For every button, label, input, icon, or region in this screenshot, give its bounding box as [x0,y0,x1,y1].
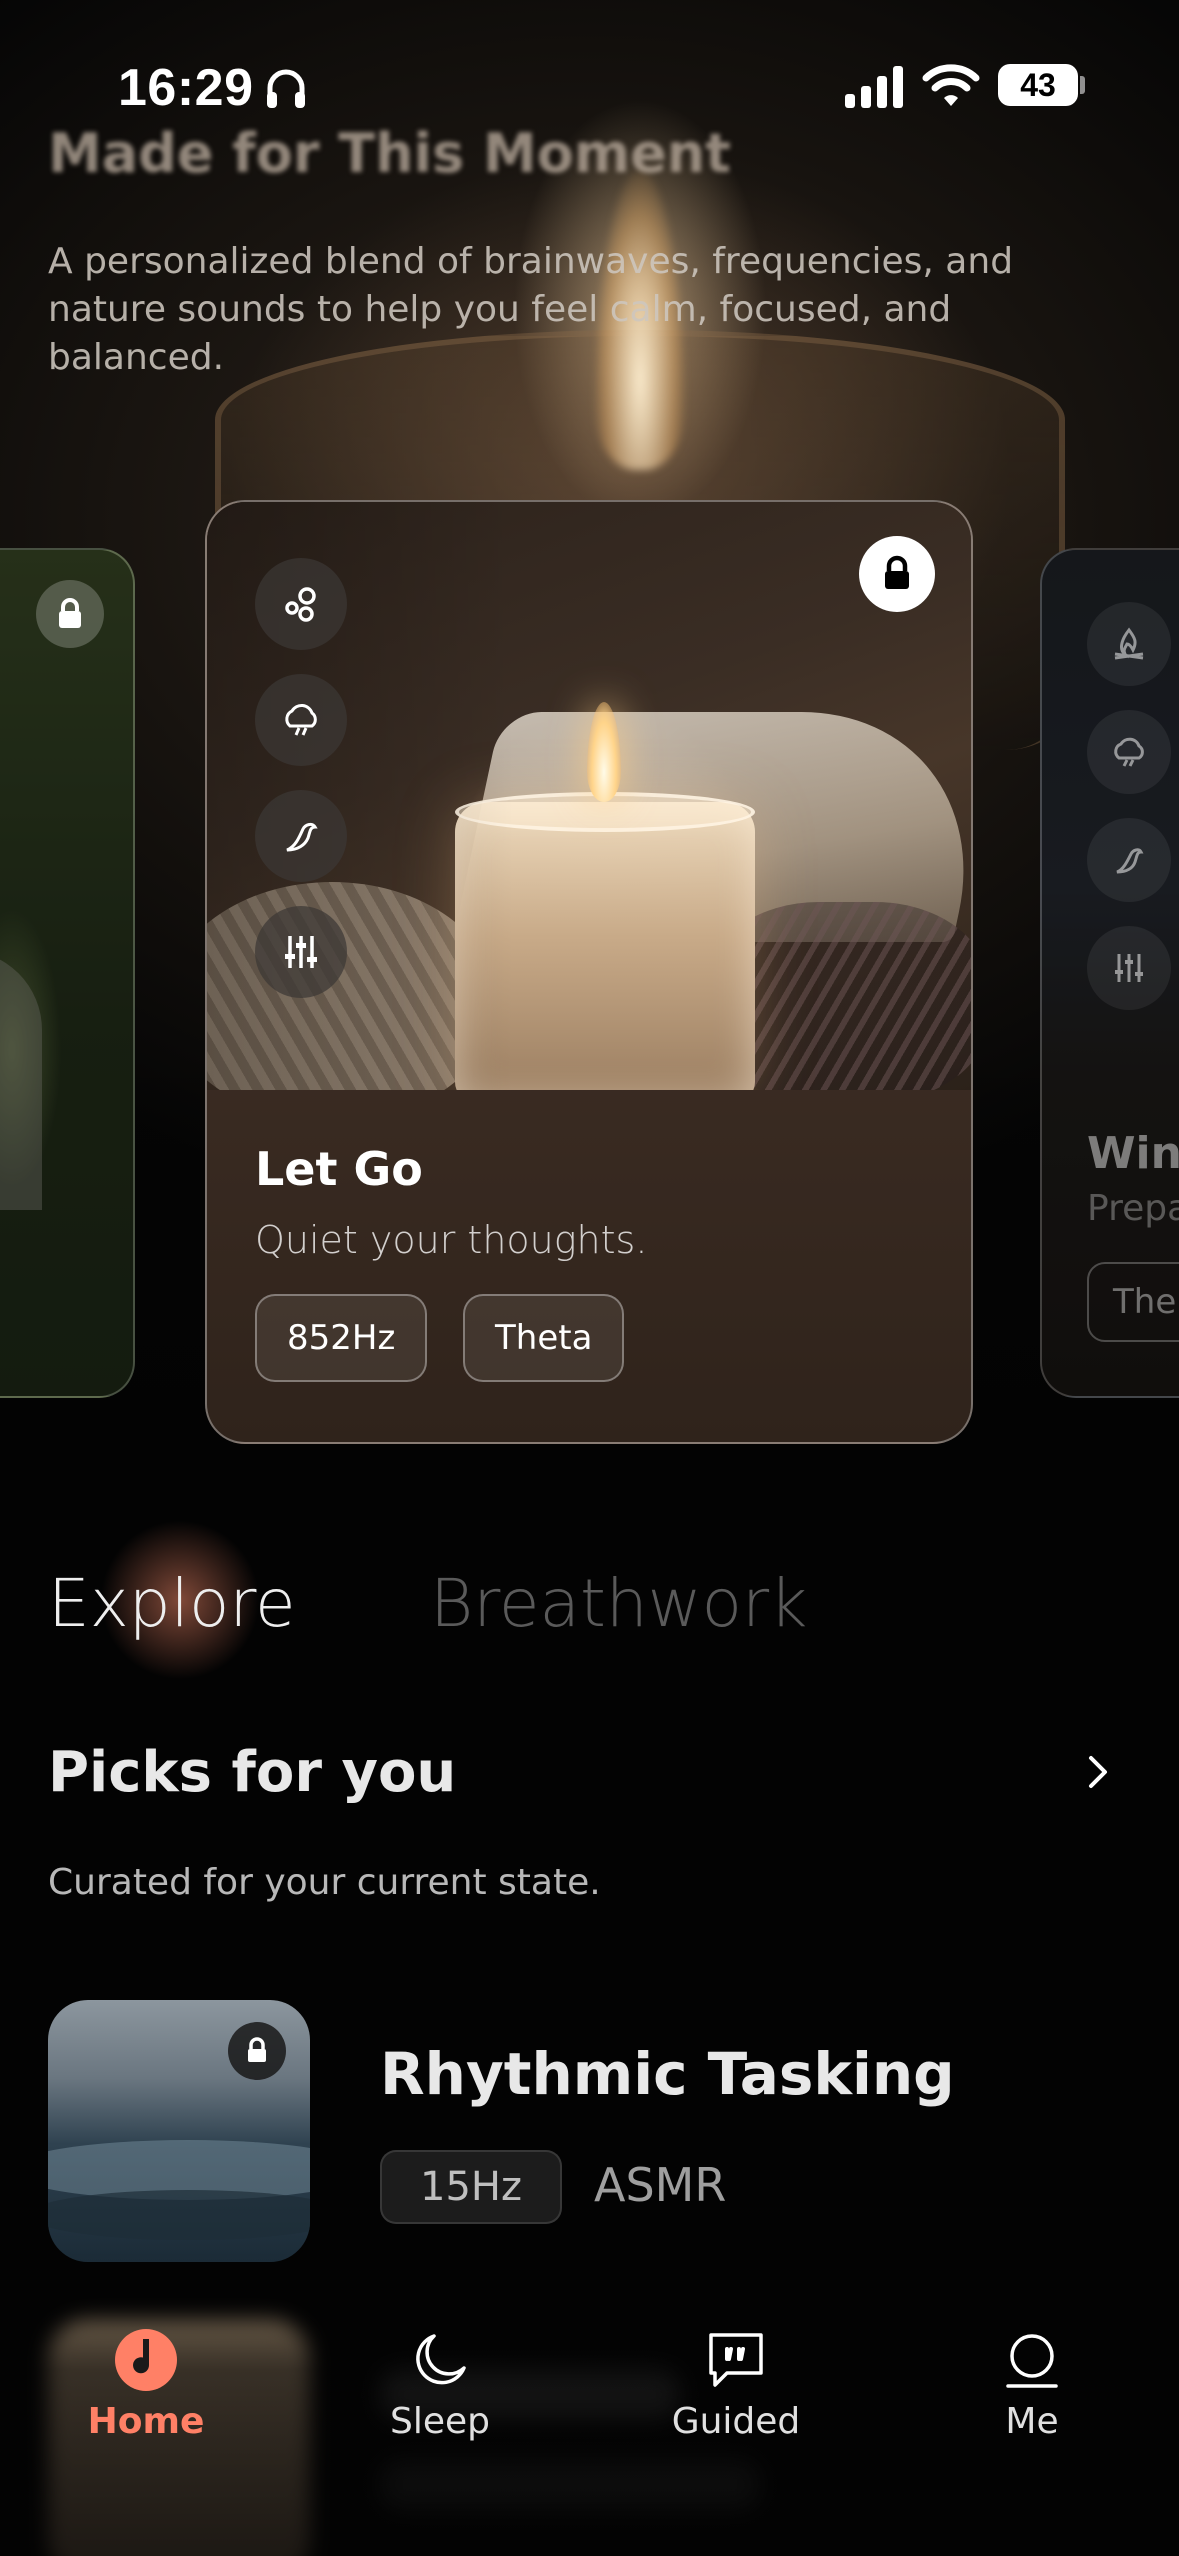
hero-title: Made for This Moment [48,122,731,185]
app-screen: 16:29 43 Made for This Moment A personal… [0,0,1179,2556]
campfire-icon [1087,602,1171,686]
card-title: Let Go [255,1142,423,1196]
nav-home[interactable]: Home [36,2325,256,2455]
carousel-card-left[interactable] [0,548,135,1398]
section-subtitle: Curated for your current state. [48,1862,601,1903]
carousel-card-right[interactable]: Win Prepa The [1040,548,1179,1398]
sliders-icon[interactable] [255,906,347,998]
bubbles-icon[interactable] [255,558,347,650]
signal-icon [845,66,903,108]
storm-cloud-icon[interactable] [255,674,347,766]
pick-category: ASMR [594,2158,727,2212]
wifi-icon [922,64,980,106]
lock-icon [859,536,935,612]
moon-icon [405,2325,475,2395]
chevron-right-icon[interactable] [1078,1752,1118,1792]
carousel-card-main[interactable]: Let Go Quiet your thoughts. 852Hz Theta [205,500,973,1444]
nav-me[interactable]: Me [922,2325,1142,2455]
card-tag-partial: The [1087,1262,1179,1342]
hero-description: A personalized blend of brainwaves, freq… [48,241,1014,378]
pick-tag-frequency: 15Hz [380,2150,562,2224]
home-note-icon [111,2325,181,2395]
tab-breathwork[interactable]: Breathwork [430,1565,807,1642]
card-tag-frequency: 852Hz [255,1294,428,1382]
battery-icon: 43 [998,64,1078,106]
storm-cloud-icon [1087,710,1171,794]
section-title: Picks for you [48,1740,457,1805]
nav-label-home: Home [87,2401,205,2442]
home-indicator [456,2524,724,2534]
headphones-icon [267,69,305,108]
bird-icon [1087,818,1171,902]
nav-label-guided: Guided [671,2401,801,2442]
card-dim-overlay [0,550,133,1396]
nav-guided[interactable]: Guided [626,2325,846,2455]
status-time: 16:29 [118,59,254,117]
nav-label-me: Me [1005,2401,1059,2442]
card-tag-brainwave: Theta [463,1294,625,1382]
lock-icon [228,2022,286,2080]
person-icon [997,2325,1067,2395]
nav-label-sleep: Sleep [389,2401,490,2442]
lock-icon [36,580,104,648]
pick-title[interactable]: Rhythmic Tasking [380,2040,955,2108]
battery-tip [1080,76,1085,94]
card-subtitle: Quiet your thoughts. [255,1218,648,1262]
card-subtitle-partial: Prepa [1087,1188,1179,1229]
nav-sleep[interactable]: Sleep [330,2325,550,2455]
wave-shape [48,2190,310,2240]
tab-explore[interactable]: Explore [48,1565,296,1642]
bird-icon[interactable] [255,790,347,882]
quote-bubble-icon [701,2325,771,2395]
card-title-partial: Win [1087,1128,1179,1179]
sliders-icon [1087,926,1171,1010]
